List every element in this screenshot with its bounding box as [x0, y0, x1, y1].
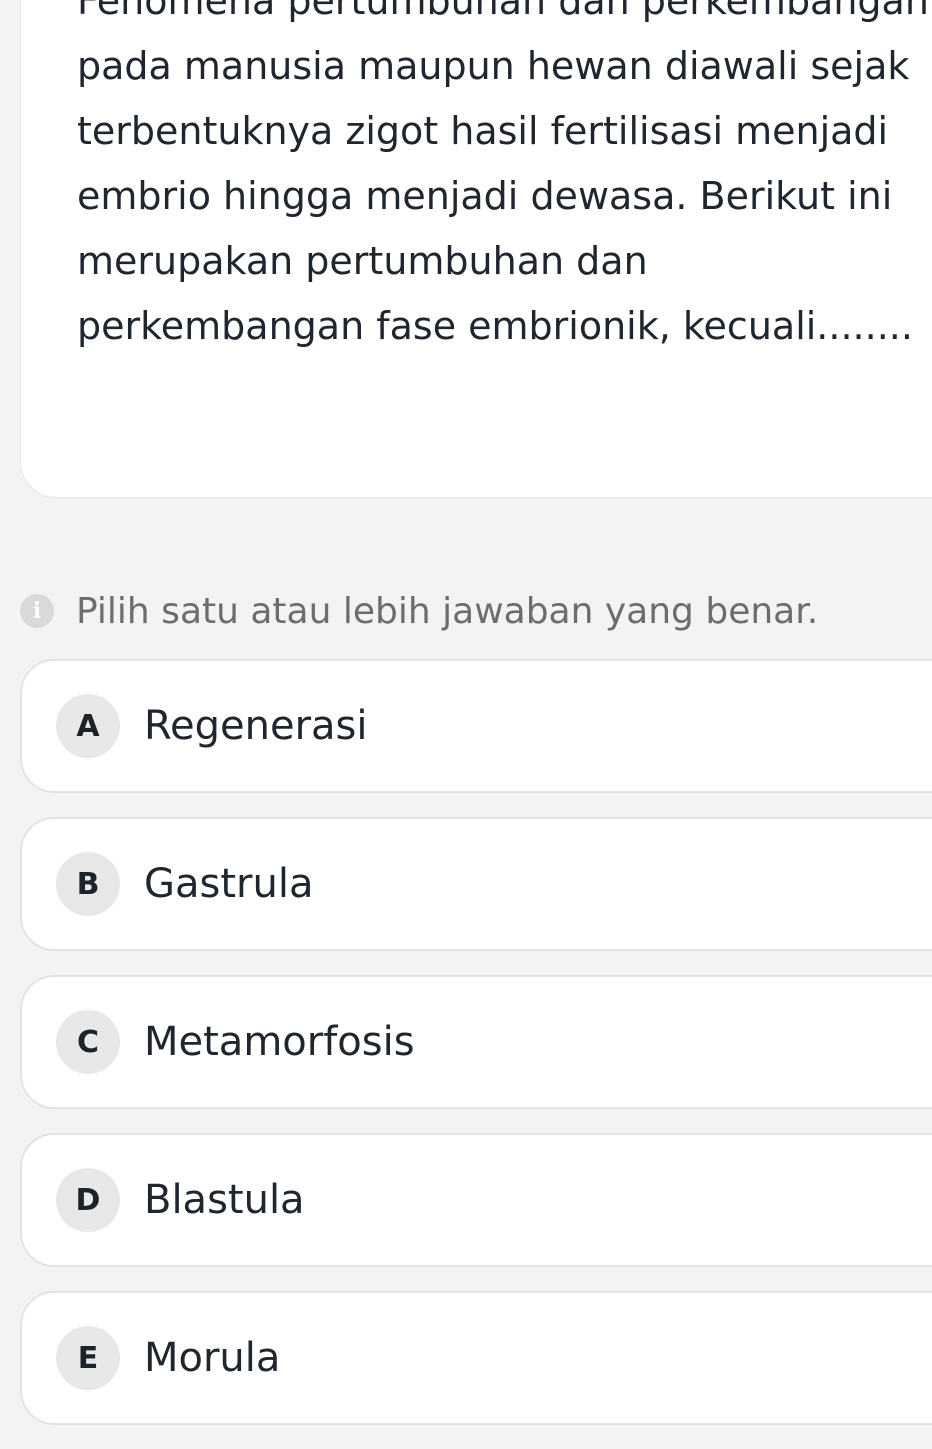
- option-label: Morula: [144, 1335, 281, 1381]
- option-label: Regenerasi: [144, 703, 368, 749]
- option-letter-badge: A: [56, 694, 120, 758]
- option-b[interactable]: B Gastrula: [20, 817, 932, 951]
- info-icon: i: [20, 594, 54, 628]
- option-letter-badge: E: [56, 1326, 120, 1390]
- option-e[interactable]: E Morula: [20, 1291, 932, 1425]
- option-a[interactable]: A Regenerasi: [20, 659, 932, 793]
- instruction-hint: i Pilih satu atau lebih jawaban yang ben…: [20, 585, 818, 637]
- instruction-text: Pilih satu atau lebih jawaban yang benar…: [76, 590, 819, 632]
- option-letter-badge: D: [56, 1168, 120, 1232]
- question-card: Fenomena pertumbuhan dan perkembangan pa…: [20, 0, 932, 498]
- option-label: Gastrula: [144, 861, 314, 907]
- option-c[interactable]: C Metamorfosis: [20, 975, 932, 1109]
- question-text: Fenomena pertumbuhan dan perkembangan pa…: [77, 0, 929, 348]
- option-letter-badge: C: [56, 1010, 120, 1074]
- option-letter-badge: B: [56, 852, 120, 916]
- option-label: Metamorfosis: [144, 1019, 415, 1065]
- answer-options: A Regenerasi B Gastrula C Metamorfosis D…: [20, 659, 932, 1449]
- option-d[interactable]: D Blastula: [20, 1133, 932, 1267]
- option-label: Blastula: [144, 1177, 305, 1223]
